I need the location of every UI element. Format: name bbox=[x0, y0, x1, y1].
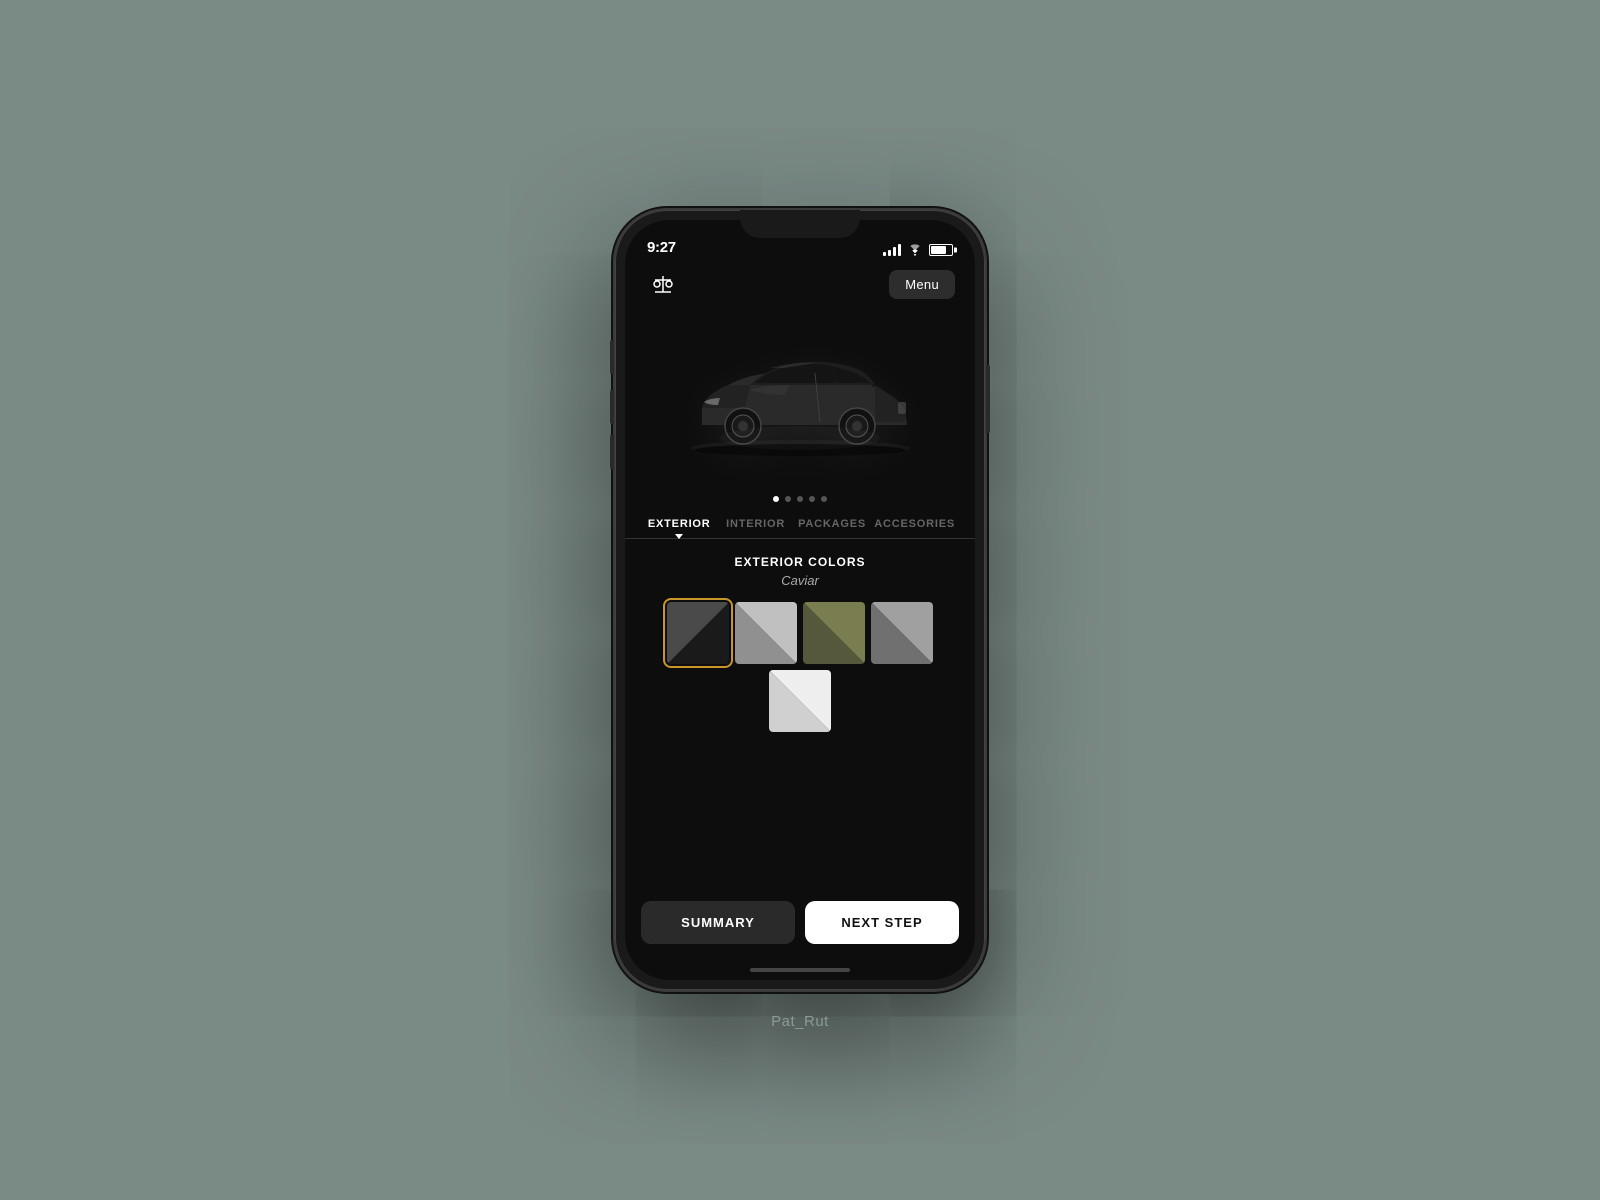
swatch-olive[interactable] bbox=[803, 602, 865, 664]
phone-notch bbox=[740, 210, 860, 238]
status-time: 9:27 bbox=[647, 239, 676, 256]
dot-4[interactable] bbox=[809, 496, 815, 502]
color-grid-row2 bbox=[769, 670, 831, 732]
next-step-button[interactable]: NEXT STEP bbox=[805, 901, 959, 944]
tab-exterior[interactable]: EXTERIOR bbox=[641, 510, 717, 538]
wifi-icon bbox=[907, 244, 923, 256]
swatch-silver[interactable] bbox=[735, 602, 797, 664]
menu-button[interactable]: Menu bbox=[889, 270, 955, 299]
swatch-caviar[interactable] bbox=[667, 602, 729, 664]
phone-frame: 9:27 bbox=[615, 210, 985, 990]
dot-1[interactable] bbox=[773, 496, 779, 502]
swatch-white[interactable] bbox=[769, 670, 831, 732]
dot-5[interactable] bbox=[821, 496, 827, 502]
car-svg bbox=[660, 330, 940, 470]
color-grid bbox=[667, 602, 933, 664]
battery-icon bbox=[929, 244, 953, 256]
selected-color-name: Caviar bbox=[781, 573, 819, 588]
tab-packages[interactable]: PACKAGES bbox=[794, 510, 870, 538]
tab-accessories[interactable]: ACCESORIES bbox=[870, 510, 959, 538]
dot-3[interactable] bbox=[797, 496, 803, 502]
swatch-gray[interactable] bbox=[871, 602, 933, 664]
app-header: Menu bbox=[625, 262, 975, 310]
phone-screen: 9:27 bbox=[625, 220, 975, 980]
home-bar bbox=[750, 968, 850, 972]
brand-logo bbox=[645, 266, 681, 302]
pagination-dots bbox=[625, 490, 975, 510]
home-indicator bbox=[625, 960, 975, 980]
summary-button[interactable]: SUMMARY bbox=[641, 901, 795, 944]
bottom-actions: SUMMARY NEXT STEP bbox=[625, 889, 975, 960]
signal-icon bbox=[883, 244, 901, 256]
car-image bbox=[625, 310, 975, 490]
section-title: EXTERIOR COLORS bbox=[734, 555, 865, 569]
status-icons bbox=[883, 244, 953, 256]
tabs-nav: EXTERIOR INTERIOR PACKAGES ACCESORIES bbox=[625, 510, 975, 539]
content-area: EXTERIOR COLORS Caviar bbox=[625, 539, 975, 889]
car-display bbox=[625, 310, 975, 490]
tab-interior[interactable]: INTERIOR bbox=[717, 510, 793, 538]
dot-2[interactable] bbox=[785, 496, 791, 502]
watermark: Pat_Rut bbox=[771, 1013, 829, 1030]
